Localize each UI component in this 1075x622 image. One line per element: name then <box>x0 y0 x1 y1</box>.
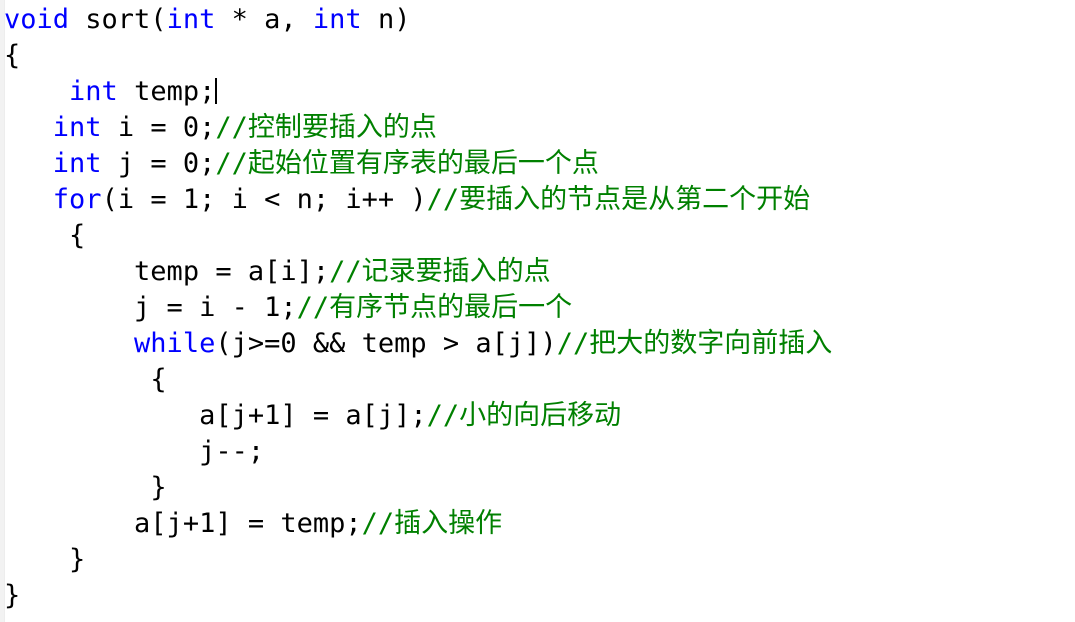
code-text: a[j+1] = temp; <box>134 508 362 539</box>
code-line[interactable]: int i = 0;//控制要插入的点 <box>0 110 1075 146</box>
code-text: } <box>150 472 167 503</box>
code-keyword: int <box>69 76 118 107</box>
code-text: (i = 1; i < n; i++ ) <box>101 184 427 215</box>
code-text: { <box>4 40 21 71</box>
code-comment: //记录要插入的点 <box>329 256 551 287</box>
code-text: temp; <box>117 76 216 107</box>
code-line[interactable]: void sort(int * a, int n) <box>0 2 1075 38</box>
code-comment: //把大的数字向前插入 <box>556 328 833 359</box>
code-editor[interactable]: void sort(int * a, int n){ int temp; int… <box>0 0 1075 622</box>
code-comment: //插入操作 <box>361 508 503 539</box>
code-line[interactable]: a[j+1] = a[j];//小的向后移动 <box>0 398 1075 434</box>
code-text: } <box>69 544 86 575</box>
code-text: temp = a[i]; <box>134 256 330 287</box>
code-line[interactable]: } <box>0 578 1075 614</box>
code-keyword: while <box>134 328 216 359</box>
code-keyword: int <box>312 4 362 35</box>
code-keyword: for <box>52 184 102 215</box>
code-line[interactable]: { <box>0 362 1075 398</box>
code-line[interactable]: { <box>0 38 1075 74</box>
code-comment: //要插入的节点是从第二个开始 <box>426 184 811 215</box>
code-comment: //起始位置有序表的最后一个点 <box>215 148 599 179</box>
code-line[interactable]: int j = 0;//起始位置有序表的最后一个点 <box>0 146 1075 182</box>
code-keyword: int <box>52 148 102 179</box>
code-text: j = 0; <box>101 148 216 179</box>
code-keyword: void <box>4 4 70 35</box>
code-text: j--; <box>199 436 265 467</box>
code-text: (j>=0 && temp > a[j]) <box>215 328 557 359</box>
code-line[interactable]: int temp; <box>0 74 1075 110</box>
code-line[interactable]: a[j+1] = temp;//插入操作 <box>0 506 1075 542</box>
code-line[interactable]: while(j>=0 && temp > a[j])//把大的数字向前插入 <box>0 326 1075 362</box>
code-text: sort( <box>69 4 167 35</box>
code-text: * a, <box>215 4 313 35</box>
code-comment: //有序节点的最后一个 <box>296 292 573 323</box>
code-line[interactable]: } <box>0 470 1075 506</box>
code-text: n) <box>361 4 411 35</box>
code-line[interactable]: for(i = 1; i < n; i++ )//要插入的节点是从第二个开始 <box>0 182 1075 218</box>
text-caret <box>215 78 218 104</box>
code-line[interactable]: } <box>0 542 1075 578</box>
code-text-area[interactable]: void sort(int * a, int n){ int temp; int… <box>0 0 1075 614</box>
code-text: i = 0; <box>101 112 216 143</box>
code-line[interactable]: j--; <box>0 434 1075 470</box>
code-text: { <box>150 364 167 395</box>
code-line[interactable]: j = i - 1;//有序节点的最后一个 <box>0 290 1075 326</box>
code-comment: //控制要插入的点 <box>215 112 437 143</box>
code-text: j = i - 1; <box>134 292 297 323</box>
code-keyword: int <box>52 112 102 143</box>
code-keyword: int <box>166 4 216 35</box>
code-text: a[j+1] = a[j]; <box>199 400 427 431</box>
code-comment: //小的向后移动 <box>426 400 622 431</box>
code-text: } <box>4 580 21 611</box>
code-line[interactable]: { <box>0 218 1075 254</box>
code-text: { <box>69 220 86 251</box>
code-line[interactable]: temp = a[i];//记录要插入的点 <box>0 254 1075 290</box>
